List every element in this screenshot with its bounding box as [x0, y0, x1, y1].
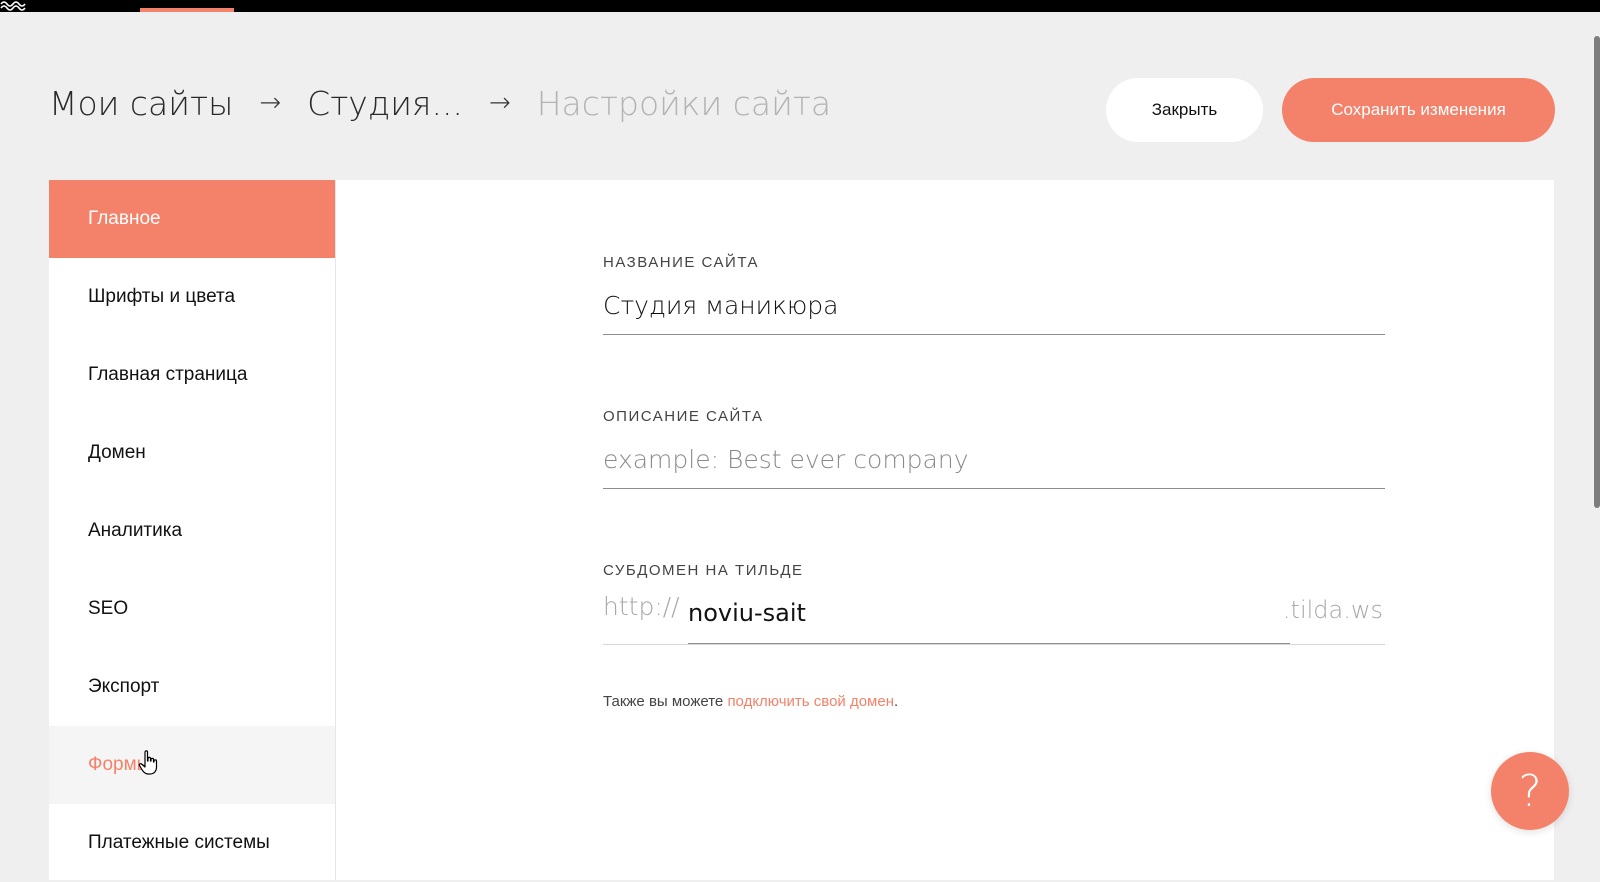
breadcrumb-my-sites[interactable]: Мои сайты [49, 84, 233, 123]
sidebar-item-label: SEO [88, 598, 129, 619]
sidebar-item-label: Экспорт [88, 676, 160, 697]
site-description-label: ОПИСАНИЕ САЙТА [603, 408, 764, 425]
save-changes-button[interactable]: Сохранить изменения [1282, 78, 1555, 142]
sidebar-item-label: Платежные системы [88, 832, 270, 853]
breadcrumb-current-page: Настройки сайта [536, 83, 832, 123]
subdomain-suffix: .tilda.ws [1282, 596, 1383, 624]
sidebar-item-forms[interactable]: Формы [49, 726, 335, 804]
sidebar-item-export[interactable]: Экспорт [49, 648, 335, 726]
help-button[interactable]: ? [1491, 752, 1569, 830]
sidebar-item-fonts-colors[interactable]: Шрифты и цвета [49, 258, 335, 336]
custom-domain-hint: Также вы можете подключить свой домен. [603, 693, 898, 710]
subdomain-field: http:// .tilda.ws [603, 582, 1385, 645]
sidebar-item-label: Главная страница [88, 364, 248, 385]
sidebar-item-label: Шрифты и цвета [88, 286, 236, 307]
sidebar-item-label: Аналитика [88, 520, 183, 541]
site-description-input[interactable] [603, 431, 1385, 489]
sidebar-item-seo[interactable]: SEO [49, 570, 335, 648]
site-name-input[interactable] [603, 277, 1385, 335]
subdomain-input[interactable] [688, 582, 1290, 644]
sidebar-item-main[interactable]: Главное [49, 180, 335, 258]
hand-pointer-icon [138, 750, 158, 775]
page-scrollbar[interactable] [1594, 36, 1600, 508]
top-bar [0, 0, 1600, 12]
sidebar-item-label: Домен [88, 442, 146, 463]
breadcrumb: Мои сайты → Студия... → Настройки сайта [49, 78, 831, 128]
hint-end: . [894, 693, 899, 710]
sidebar-item-home-page[interactable]: Главная страница [49, 336, 335, 414]
sidebar-item-analytics[interactable]: Аналитика [49, 492, 335, 570]
tilda-logo-icon[interactable] [0, 0, 26, 12]
sidebar-item-payment-systems[interactable]: Платежные системы [49, 804, 335, 882]
hint-text: Также вы можете [603, 693, 728, 710]
breadcrumb-project[interactable]: Студия... [307, 84, 463, 123]
active-tab-indicator [140, 8, 234, 12]
settings-sidebar: Главное Шрифты и цвета Главная страница … [49, 180, 336, 880]
sidebar-item-domain[interactable]: Домен [49, 414, 335, 492]
breadcrumb-arrow-icon: → [488, 88, 511, 118]
settings-panel: Главное Шрифты и цвета Главная страница … [49, 180, 1554, 880]
breadcrumb-arrow-icon: → [259, 88, 282, 118]
close-button[interactable]: Закрыть [1106, 78, 1263, 142]
subdomain-label: СУБДОМЕН НА ТИЛЬДЕ [603, 562, 804, 579]
sidebar-item-label: Главное [88, 208, 161, 229]
site-name-label: НАЗВАНИЕ САЙТА [603, 254, 759, 271]
subdomain-prefix: http:// [603, 592, 680, 621]
connect-domain-link[interactable]: подключить свой домен [727, 693, 894, 710]
